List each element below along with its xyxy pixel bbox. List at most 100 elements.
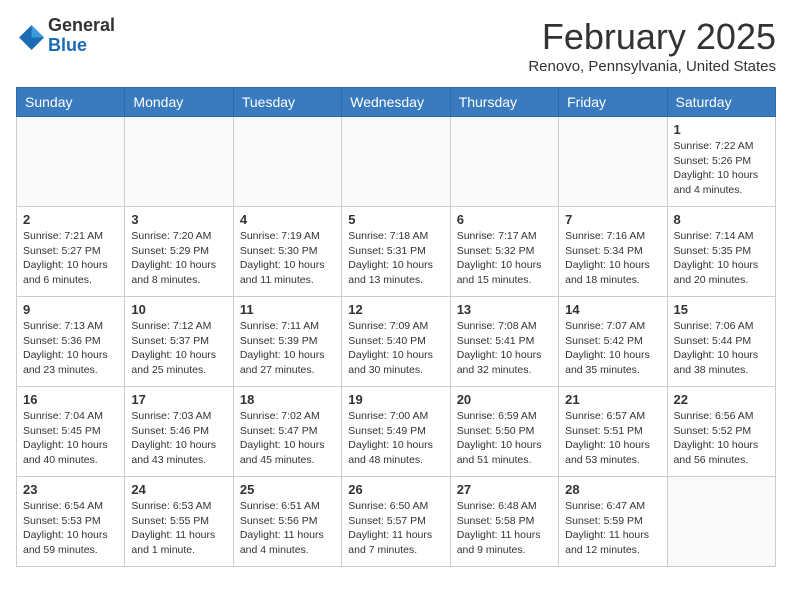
calendar-day-cell: 6 Sunrise: 7:17 AM Sunset: 5:32 PM Daylig… bbox=[450, 207, 558, 297]
calendar-day-cell bbox=[667, 477, 775, 567]
day-number: 11 bbox=[240, 302, 335, 317]
day-number: 13 bbox=[457, 302, 552, 317]
day-number: 10 bbox=[131, 302, 226, 317]
calendar-day-cell: 16 Sunrise: 7:04 AM Sunset: 5:45 PM Dayli… bbox=[17, 387, 125, 477]
day-number: 14 bbox=[565, 302, 660, 317]
calendar-day-cell bbox=[450, 117, 558, 207]
calendar-day-cell: 1 Sunrise: 7:22 AM Sunset: 5:26 PM Daylig… bbox=[667, 117, 775, 207]
day-info: Sunrise: 7:08 AM Sunset: 5:41 PM Dayligh… bbox=[457, 319, 552, 378]
day-info: Sunrise: 6:54 AM Sunset: 5:53 PM Dayligh… bbox=[23, 499, 118, 558]
day-info: Sunrise: 6:57 AM Sunset: 5:51 PM Dayligh… bbox=[565, 409, 660, 468]
day-info: Sunrise: 6:56 AM Sunset: 5:52 PM Dayligh… bbox=[674, 409, 769, 468]
calendar-day-cell: 18 Sunrise: 7:02 AM Sunset: 5:47 PM Dayli… bbox=[233, 387, 341, 477]
day-number: 5 bbox=[348, 212, 443, 227]
calendar-day-cell: 19 Sunrise: 7:00 AM Sunset: 5:49 PM Dayli… bbox=[342, 387, 450, 477]
calendar-day-cell: 15 Sunrise: 7:06 AM Sunset: 5:44 PM Dayli… bbox=[667, 297, 775, 387]
day-of-week-header: Tuesday bbox=[233, 88, 341, 117]
day-number: 9 bbox=[23, 302, 118, 317]
day-number: 15 bbox=[674, 302, 769, 317]
day-info: Sunrise: 7:06 AM Sunset: 5:44 PM Dayligh… bbox=[674, 319, 769, 378]
calendar-day-cell: 22 Sunrise: 6:56 AM Sunset: 5:52 PM Dayli… bbox=[667, 387, 775, 477]
calendar-week-row: 23 Sunrise: 6:54 AM Sunset: 5:53 PM Dayli… bbox=[17, 477, 776, 567]
day-number: 28 bbox=[565, 482, 660, 497]
calendar-week-row: 1 Sunrise: 7:22 AM Sunset: 5:26 PM Daylig… bbox=[17, 117, 776, 207]
day-info: Sunrise: 7:16 AM Sunset: 5:34 PM Dayligh… bbox=[565, 229, 660, 288]
calendar-day-cell: 10 Sunrise: 7:12 AM Sunset: 5:37 PM Dayli… bbox=[125, 297, 233, 387]
calendar-day-cell: 27 Sunrise: 6:48 AM Sunset: 5:58 PM Dayli… bbox=[450, 477, 558, 567]
day-info: Sunrise: 7:22 AM Sunset: 5:26 PM Dayligh… bbox=[674, 139, 769, 198]
day-number: 21 bbox=[565, 392, 660, 407]
calendar-day-cell: 17 Sunrise: 7:03 AM Sunset: 5:46 PM Dayli… bbox=[125, 387, 233, 477]
day-info: Sunrise: 7:18 AM Sunset: 5:31 PM Dayligh… bbox=[348, 229, 443, 288]
calendar-day-cell bbox=[17, 117, 125, 207]
day-of-week-header: Saturday bbox=[667, 88, 775, 117]
day-info: Sunrise: 6:53 AM Sunset: 5:55 PM Dayligh… bbox=[131, 499, 226, 558]
day-info: Sunrise: 6:47 AM Sunset: 5:59 PM Dayligh… bbox=[565, 499, 660, 558]
day-info: Sunrise: 7:21 AM Sunset: 5:27 PM Dayligh… bbox=[23, 229, 118, 288]
calendar-week-row: 2 Sunrise: 7:21 AM Sunset: 5:27 PM Daylig… bbox=[17, 207, 776, 297]
calendar-day-cell: 20 Sunrise: 6:59 AM Sunset: 5:50 PM Dayli… bbox=[450, 387, 558, 477]
day-of-week-header: Sunday bbox=[17, 88, 125, 117]
calendar-week-row: 9 Sunrise: 7:13 AM Sunset: 5:36 PM Daylig… bbox=[17, 297, 776, 387]
day-info: Sunrise: 7:12 AM Sunset: 5:37 PM Dayligh… bbox=[131, 319, 226, 378]
page-header: General Blue February 2025 Renovo, Penns… bbox=[16, 16, 776, 75]
day-info: Sunrise: 7:20 AM Sunset: 5:29 PM Dayligh… bbox=[131, 229, 226, 288]
day-info: Sunrise: 7:17 AM Sunset: 5:32 PM Dayligh… bbox=[457, 229, 552, 288]
day-number: 2 bbox=[23, 212, 118, 227]
calendar-day-cell: 3 Sunrise: 7:20 AM Sunset: 5:29 PM Daylig… bbox=[125, 207, 233, 297]
day-info: Sunrise: 7:14 AM Sunset: 5:35 PM Dayligh… bbox=[674, 229, 769, 288]
logo-icon bbox=[16, 22, 44, 50]
logo-general-text: General bbox=[48, 16, 115, 36]
day-number: 12 bbox=[348, 302, 443, 317]
day-of-week-header: Thursday bbox=[450, 88, 558, 117]
location-text: Renovo, Pennsylvania, United States bbox=[528, 58, 776, 75]
day-number: 1 bbox=[674, 122, 769, 137]
calendar-day-cell: 7Sunrise: 7:16 AM Sunset: 5:34 PM Daylig… bbox=[559, 207, 667, 297]
calendar-week-row: 16 Sunrise: 7:04 AM Sunset: 5:45 PM Dayli… bbox=[17, 387, 776, 477]
day-number: 22 bbox=[674, 392, 769, 407]
day-info: Sunrise: 7:11 AM Sunset: 5:39 PM Dayligh… bbox=[240, 319, 335, 378]
day-info: Sunrise: 7:13 AM Sunset: 5:36 PM Dayligh… bbox=[23, 319, 118, 378]
day-info: Sunrise: 7:19 AM Sunset: 5:30 PM Dayligh… bbox=[240, 229, 335, 288]
day-info: Sunrise: 7:03 AM Sunset: 5:46 PM Dayligh… bbox=[131, 409, 226, 468]
day-info: Sunrise: 7:04 AM Sunset: 5:45 PM Dayligh… bbox=[23, 409, 118, 468]
day-info: Sunrise: 6:59 AM Sunset: 5:50 PM Dayligh… bbox=[457, 409, 552, 468]
day-info: Sunrise: 7:07 AM Sunset: 5:42 PM Dayligh… bbox=[565, 319, 660, 378]
day-number: 3 bbox=[131, 212, 226, 227]
calendar-table: SundayMondayTuesdayWednesdayThursdayFrid… bbox=[16, 87, 776, 567]
title-section: February 2025 Renovo, Pennsylvania, Unit… bbox=[528, 16, 776, 75]
calendar-day-cell: 28 Sunrise: 6:47 AM Sunset: 5:59 PM Dayli… bbox=[559, 477, 667, 567]
day-info: Sunrise: 6:50 AM Sunset: 5:57 PM Dayligh… bbox=[348, 499, 443, 558]
calendar-day-cell: 2 Sunrise: 7:21 AM Sunset: 5:27 PM Daylig… bbox=[17, 207, 125, 297]
day-info: Sunrise: 7:00 AM Sunset: 5:49 PM Dayligh… bbox=[348, 409, 443, 468]
calendar-day-cell: 4 Sunrise: 7:19 AM Sunset: 5:30 PM Daylig… bbox=[233, 207, 341, 297]
calendar-day-cell: 5 Sunrise: 7:18 AM Sunset: 5:31 PM Daylig… bbox=[342, 207, 450, 297]
day-number: 17 bbox=[131, 392, 226, 407]
day-info: Sunrise: 6:48 AM Sunset: 5:58 PM Dayligh… bbox=[457, 499, 552, 558]
day-info: Sunrise: 7:02 AM Sunset: 5:47 PM Dayligh… bbox=[240, 409, 335, 468]
day-number: 23 bbox=[23, 482, 118, 497]
day-number: 27 bbox=[457, 482, 552, 497]
calendar-day-cell: 26Sunrise: 6:50 AM Sunset: 5:57 PM Dayli… bbox=[342, 477, 450, 567]
calendar-header-row: SundayMondayTuesdayWednesdayThursdayFrid… bbox=[17, 88, 776, 117]
calendar-day-cell: 23 Sunrise: 6:54 AM Sunset: 5:53 PM Dayli… bbox=[17, 477, 125, 567]
day-number: 6 bbox=[457, 212, 552, 227]
calendar-day-cell bbox=[125, 117, 233, 207]
day-number: 19 bbox=[348, 392, 443, 407]
day-info: Sunrise: 7:09 AM Sunset: 5:40 PM Dayligh… bbox=[348, 319, 443, 378]
day-number: 8 bbox=[674, 212, 769, 227]
day-of-week-header: Friday bbox=[559, 88, 667, 117]
day-number: 4 bbox=[240, 212, 335, 227]
logo: General Blue bbox=[16, 16, 115, 56]
month-title: February 2025 bbox=[528, 16, 776, 58]
day-info: Sunrise: 6:51 AM Sunset: 5:56 PM Dayligh… bbox=[240, 499, 335, 558]
calendar-day-cell bbox=[233, 117, 341, 207]
day-number: 20 bbox=[457, 392, 552, 407]
day-number: 24 bbox=[131, 482, 226, 497]
calendar-day-cell: 25Sunrise: 6:51 AM Sunset: 5:56 PM Dayli… bbox=[233, 477, 341, 567]
calendar-day-cell: 11 Sunrise: 7:11 AM Sunset: 5:39 PM Dayli… bbox=[233, 297, 341, 387]
day-number: 18 bbox=[240, 392, 335, 407]
calendar-day-cell: 9 Sunrise: 7:13 AM Sunset: 5:36 PM Daylig… bbox=[17, 297, 125, 387]
calendar-day-cell bbox=[342, 117, 450, 207]
day-number: 16 bbox=[23, 392, 118, 407]
